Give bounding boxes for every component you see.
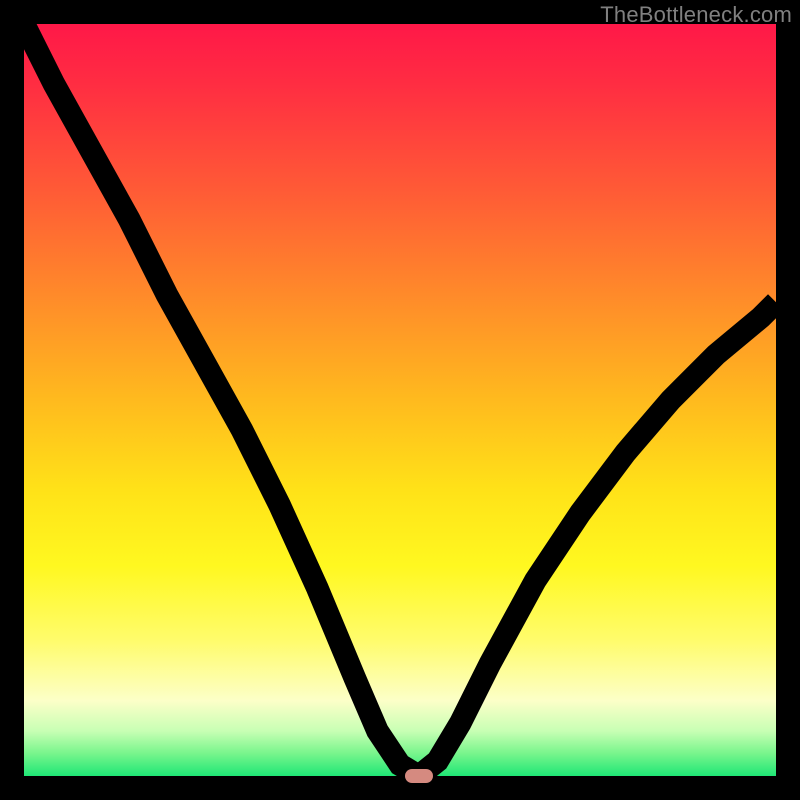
bottleneck-curve	[24, 24, 776, 776]
plot-area	[24, 24, 776, 776]
optimal-marker	[405, 769, 433, 783]
chart-frame: TheBottleneck.com	[0, 0, 800, 800]
watermark-text: TheBottleneck.com	[600, 2, 792, 28]
curve-svg	[24, 24, 776, 776]
